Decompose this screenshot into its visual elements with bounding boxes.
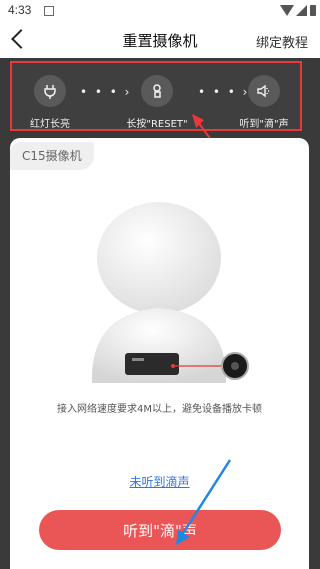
annotation-arrow-blue <box>176 459 232 545</box>
